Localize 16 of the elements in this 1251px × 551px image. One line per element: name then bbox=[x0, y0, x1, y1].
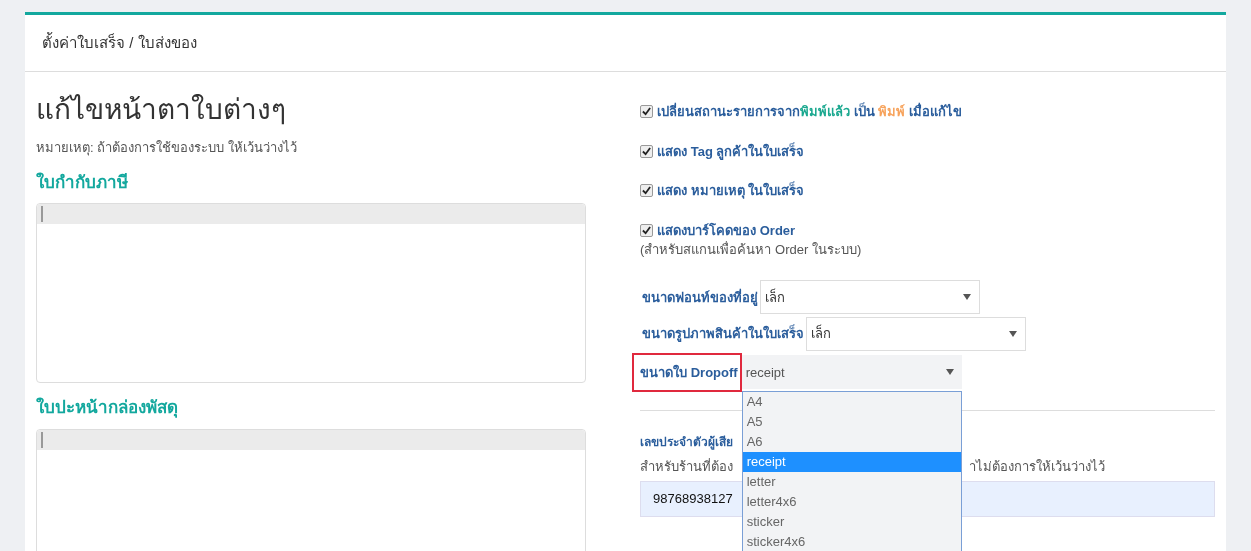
section-title: แก้ไขหน้าตาใบต่างๆ bbox=[36, 93, 287, 127]
select-label: ขนาดฟอนท์ของที่อยู่ bbox=[641, 287, 760, 308]
select-label: ขนาดรูปภาพสินค้าในใบเสร็จ bbox=[641, 323, 806, 344]
editor-heading: ใบกำกับภาษี bbox=[36, 171, 129, 194]
option-label: เปลี่ยนสถานะรายการจากพิมพ์แล้ว เป็น พิมพ์ เมื่อแก้ไข bbox=[657, 102, 962, 121]
option-label: แสดงบาร์โคดของ Order bbox=[657, 221, 796, 240]
field-label: เลขประจำตัวผู้เสีย bbox=[640, 434, 734, 451]
option-label: แสดง หมายเหตุ ในใบเสร็จ bbox=[657, 181, 805, 201]
option-note: (สำหรับสแกนเพื่อค้นหา Order ในระบบ) bbox=[640, 240, 863, 259]
field-hint: าไม่ต้องการให้เว้นว่างไว้ bbox=[969, 458, 1106, 476]
note-text: หมายเหตุ: ถ้าต้องการใช้ของระบบ ให้เว้นว่างไว้ bbox=[36, 139, 298, 158]
option-label: แสดง Tag ลูกค้าในใบเสร็จ bbox=[657, 141, 805, 161]
select-label: ขนาดใบ Dropoff bbox=[632, 352, 742, 392]
editor-heading: ใบปะหน้ากล่องพัสดุ bbox=[36, 396, 179, 420]
field-hint: สำหรับร้านที่ต้อง bbox=[640, 457, 734, 476]
page-title: ตั้งค่าใบเสร็จ / ใบส่งของ bbox=[42, 31, 197, 53]
